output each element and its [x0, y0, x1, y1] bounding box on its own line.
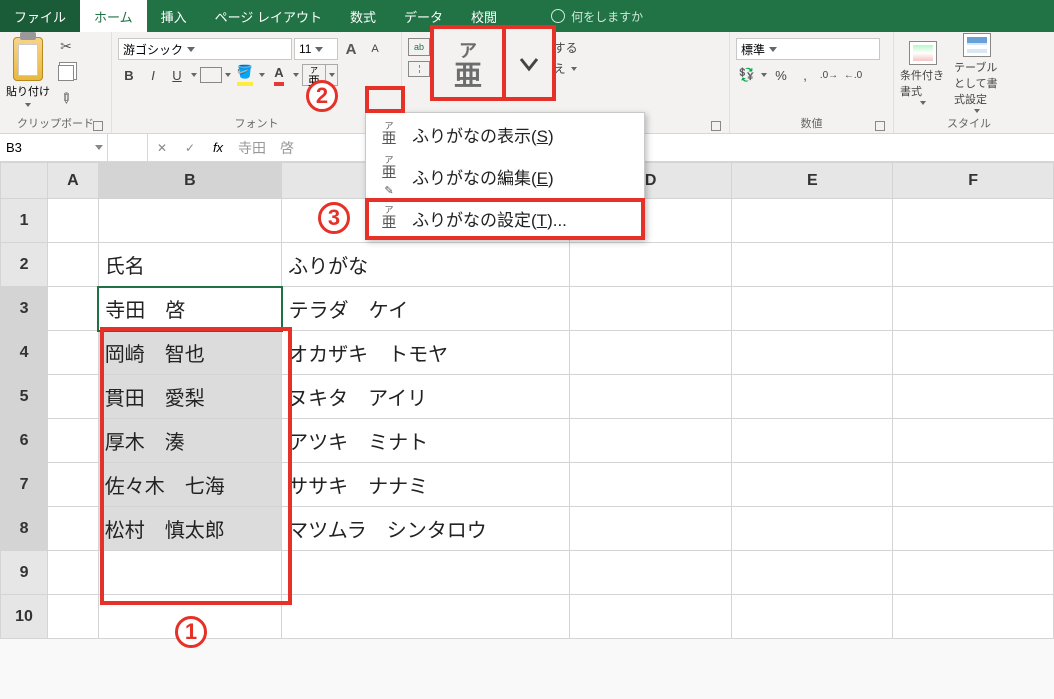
phonetic-settings-icon: ア亜 — [378, 206, 400, 230]
copy-button[interactable] — [54, 61, 78, 85]
cell-B8[interactable]: 松村 慎太郎 — [98, 507, 281, 551]
cell-C4[interactable]: オカザキ トモヤ — [282, 331, 570, 375]
format-as-table-icon — [963, 33, 991, 57]
col-header-E[interactable]: E — [732, 163, 893, 199]
cell-B4[interactable]: 岡崎 智也 — [98, 331, 281, 375]
tab-page-layout[interactable]: ページ レイアウト — [201, 0, 336, 32]
callout-phonetic-button: ア亜 — [430, 25, 556, 101]
row-header-6[interactable]: 6 — [1, 419, 48, 463]
format-painter-button[interactable] — [54, 87, 78, 111]
increase-decimal-button[interactable]: .0→ — [818, 64, 840, 86]
cell-C6[interactable]: アツキ ミナト — [282, 419, 570, 463]
cell-C3[interactable]: テラダ ケイ — [282, 287, 570, 331]
tab-formulas[interactable]: 数式 — [336, 0, 390, 32]
fx-icon[interactable]: fx — [204, 134, 232, 161]
phonetic-edit-icon: ア亜 — [378, 156, 400, 197]
row-header-10[interactable]: 10 — [1, 595, 48, 639]
number-launcher[interactable] — [875, 121, 885, 131]
cell-B2[interactable]: 氏名 — [98, 243, 281, 287]
cell-C7[interactable]: ササキ ナナミ — [282, 463, 570, 507]
menu-show-phonetic[interactable]: ア亜 ふりがなの表示(S) — [366, 113, 644, 155]
decrease-font-button[interactable]: A — [364, 38, 386, 60]
formula-enter-button[interactable] — [176, 134, 204, 161]
row-header-3[interactable]: 3 — [1, 287, 48, 331]
tab-home[interactable]: ホーム — [80, 0, 147, 32]
col-header-B[interactable]: B — [98, 163, 281, 199]
underline-button[interactable]: U — [166, 64, 188, 86]
phonetic-guide-splitbutton[interactable]: ア亜 — [302, 64, 338, 86]
cell-C2[interactable]: ふりがな — [282, 243, 570, 287]
chevron-down-icon — [506, 29, 552, 97]
row-header-9[interactable]: 9 — [1, 551, 48, 595]
row-header-8[interactable]: 8 — [1, 507, 48, 551]
alignment-launcher[interactable] — [711, 121, 721, 131]
cell-C8[interactable]: マツムラ シンタロウ — [282, 507, 570, 551]
bulb-icon — [551, 9, 565, 23]
row-header-4[interactable]: 4 — [1, 331, 48, 375]
cell-B5[interactable]: 貫田 愛梨 — [98, 375, 281, 419]
number-format-select[interactable]: 標準 — [736, 38, 880, 60]
cell-C5[interactable]: ヌキタ アイリ — [282, 375, 570, 419]
border-button[interactable] — [200, 67, 222, 83]
phonetic-dropdown-menu: ア亜 ふりがなの表示(S) ア亜 ふりがなの編集(E) ア亜 ふりがなの設定(T… — [365, 112, 645, 240]
row-header-2[interactable]: 2 — [1, 243, 48, 287]
clipboard-launcher[interactable] — [93, 121, 103, 131]
cell-B7[interactable]: 佐々木 七海 — [98, 463, 281, 507]
cell-B3[interactable]: 寺田 啓 — [98, 287, 281, 331]
row-header-1[interactable]: 1 — [1, 199, 48, 243]
comma-format-button[interactable]: , — [794, 64, 816, 86]
increase-font-button[interactable]: A — [340, 38, 362, 60]
tell-me-box[interactable]: 何をしますか — [551, 0, 643, 32]
accounting-format-button[interactable]: 💱 — [736, 64, 758, 86]
conditional-formatting-icon — [909, 41, 937, 65]
name-box[interactable]: B3 — [0, 134, 108, 161]
paste-icon — [13, 37, 43, 81]
menu-edit-phonetic[interactable]: ア亜 ふりがなの編集(E) — [366, 155, 644, 197]
select-all-corner[interactable] — [1, 163, 48, 199]
font-color-button[interactable]: A — [268, 64, 290, 86]
bold-button[interactable]: B — [118, 64, 140, 86]
decrease-decimal-button[interactable]: ←.0 — [842, 64, 864, 86]
col-header-F[interactable]: F — [893, 163, 1054, 199]
paste-button[interactable]: 貼り付け — [6, 37, 50, 109]
tab-insert[interactable]: 挿入 — [147, 0, 201, 32]
row-header-7[interactable]: 7 — [1, 463, 48, 507]
phonetic-guide-dropdown[interactable] — [325, 65, 337, 85]
phonetic-icon: ア亜 — [378, 122, 400, 146]
font-name-select[interactable]: 游ゴシック — [118, 38, 292, 60]
cell-B6[interactable]: 厚木 湊 — [98, 419, 281, 463]
formula-cancel-button[interactable] — [148, 134, 176, 161]
font-size-select[interactable]: 11 — [294, 38, 338, 60]
conditional-formatting-button[interactable]: 条件付き書式 — [900, 41, 946, 105]
row-header-5[interactable]: 5 — [1, 375, 48, 419]
cut-button[interactable] — [54, 35, 78, 59]
percent-format-button[interactable]: % — [770, 64, 792, 86]
tab-file[interactable]: ファイル — [0, 0, 80, 32]
italic-button[interactable]: I — [142, 64, 164, 86]
format-as-table-button[interactable]: テーブルとして書式設定 — [954, 33, 1000, 113]
col-header-A[interactable]: A — [48, 163, 99, 199]
fill-color-button[interactable]: 🪣 — [234, 64, 256, 86]
menu-phonetic-settings[interactable]: ア亜 ふりがなの設定(T)... — [366, 197, 644, 239]
